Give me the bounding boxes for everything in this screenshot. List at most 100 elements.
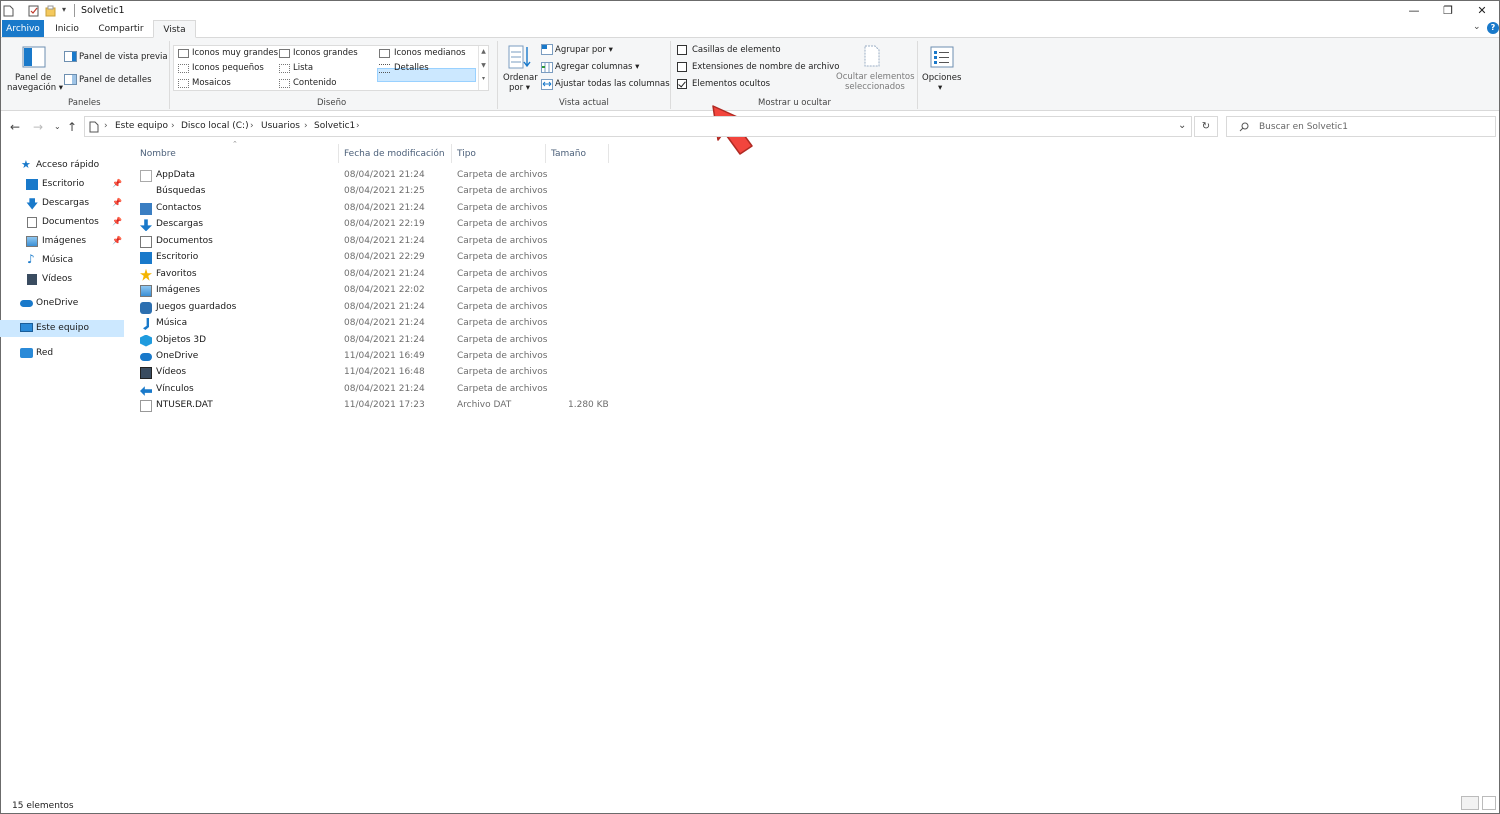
file-row[interactable]: Imágenes 08/04/2021 22:02 Carpeta de archi… [138, 283, 618, 299]
file-extensions-label[interactable]: Extensiones de nombre de archivo [692, 62, 839, 72]
item-checkboxes-checkbox[interactable] [677, 45, 687, 55]
layout-gallery-scroll[interactable]: ▲ ▼ ▾ [478, 46, 488, 90]
layout-large-icons[interactable]: Iconos grandes [293, 48, 358, 58]
sort-by-label[interactable]: Ordenar [503, 73, 538, 83]
new-folder-icon[interactable] [45, 5, 56, 17]
minimize-button[interactable]: — [1397, 2, 1431, 19]
address-bar[interactable]: › Este equipo › Disco local (C:) › Usuar… [84, 116, 1192, 137]
hide-selected-label-2[interactable]: seleccionados [845, 82, 905, 92]
layout-list[interactable]: Lista [293, 63, 313, 73]
column-separator[interactable] [451, 144, 452, 163]
nav-item-descargas[interactable]: 🡇 Descargas 📌 [0, 195, 124, 212]
group-by-button[interactable]: Agrupar por ▾ [555, 45, 613, 55]
layout-extra-large-icons[interactable]: Iconos muy grandes [192, 48, 278, 58]
file-row[interactable]: Escritorio 08/04/2021 22:29 Carpeta de arc… [138, 250, 618, 266]
file-row[interactable]: NTUSER.DAT 11/04/2021 17:23 Archivo DAT 1.2… [138, 398, 618, 414]
nav-item-videos[interactable]: Vídeos [0, 271, 124, 288]
nav-red[interactable]: Red [0, 345, 124, 362]
column-header-name[interactable]: Nombre [140, 149, 176, 159]
preview-pane-button[interactable]: Panel de vista previa [79, 52, 168, 62]
tab-compartir[interactable]: Compartir [93, 20, 149, 38]
quick-access-dropdown-icon[interactable]: ▾ [62, 5, 66, 14]
tab-inicio[interactable]: Inicio [48, 20, 86, 38]
file-row[interactable]: Descargas 08/04/2021 22:19 Carpeta de arch… [138, 217, 618, 233]
file-row[interactable]: Juegos guardados 08/04/2021 21:24 Carpeta … [138, 300, 618, 316]
file-row[interactable]: Documentos 08/04/2021 21:24 Carpeta de arc… [138, 234, 618, 250]
layout-small-icons[interactable]: Iconos pequeños [192, 63, 264, 73]
large-icons-view-toggle-icon[interactable] [1482, 796, 1496, 810]
hide-selected-icon[interactable] [863, 45, 881, 67]
file-icon[interactable] [3, 5, 14, 17]
recent-locations-icon[interactable]: ⌄ [54, 122, 61, 131]
details-pane-button[interactable]: Panel de detalles [79, 75, 152, 85]
address-dropdown-icon[interactable]: ⌄ [1178, 120, 1186, 131]
breadcrumb-separator[interactable]: › [356, 121, 360, 131]
breadcrumb-separator[interactable]: › [171, 121, 175, 131]
search-box[interactable]: Buscar en Solvetic1 [1226, 116, 1496, 137]
add-columns-button[interactable]: Agregar columnas ▾ [555, 62, 639, 72]
column-header-type[interactable]: Tipo [457, 149, 476, 159]
hidden-items-checkbox[interactable] [677, 79, 687, 89]
column-separator[interactable] [608, 144, 609, 163]
details-view-toggle-icon[interactable] [1461, 796, 1479, 810]
tab-vista[interactable]: Vista [153, 20, 196, 38]
forward-icon[interactable]: → [33, 120, 43, 134]
options-button[interactable]: Opciones [922, 73, 961, 83]
nav-item-imagenes[interactable]: Imágenes 📌 [0, 233, 124, 250]
hide-selected-label[interactable]: Ocultar elementos [836, 72, 915, 82]
column-separator[interactable] [545, 144, 546, 163]
layout-details[interactable]: Detalles [394, 63, 429, 73]
navigation-pane-label[interactable]: Panel de [15, 73, 51, 83]
properties-icon[interactable] [28, 5, 39, 17]
search-placeholder[interactable]: Buscar en Solvetic1 [1259, 122, 1348, 132]
scroll-up-icon[interactable]: ▲ [479, 48, 488, 55]
more-layouts-icon[interactable]: ▾ [479, 75, 488, 82]
sort-by-label-2[interactable]: por ▾ [509, 83, 530, 93]
nav-item-documentos[interactable]: Documentos 📌 [0, 214, 124, 231]
file-row[interactable]: OneDrive 11/04/2021 16:49 Carpeta de archi… [138, 349, 618, 365]
file-row[interactable]: Vínculos 08/04/2021 21:24 Carpeta de archi… [138, 382, 618, 398]
options-icon[interactable] [930, 46, 954, 68]
layout-tiles[interactable]: Mosaicos [192, 78, 231, 88]
breadcrumb-este-equipo[interactable]: Este equipo [115, 121, 168, 131]
scroll-down-icon[interactable]: ▼ [479, 62, 488, 69]
file-row[interactable]: Favoritos 08/04/2021 21:24 Carpeta de arch… [138, 267, 618, 283]
nav-onedrive[interactable]: OneDrive [0, 295, 124, 312]
column-separator[interactable] [338, 144, 339, 163]
help-icon[interactable]: ? [1487, 22, 1499, 34]
breadcrumb-solvetic1[interactable]: Solvetic1 [314, 121, 355, 131]
file-extensions-checkbox[interactable] [677, 62, 687, 72]
up-icon[interactable]: ↑ [67, 120, 77, 134]
tab-archivo[interactable]: Archivo [2, 20, 44, 38]
options-caret-icon[interactable]: ▾ [938, 83, 942, 93]
breadcrumb-separator[interactable]: › [304, 121, 308, 131]
file-row[interactable]: Contactos 08/04/2021 21:24 Carpeta de arch… [138, 201, 618, 217]
close-button[interactable]: ✕ [1465, 2, 1499, 19]
restore-button[interactable]: ❐ [1431, 2, 1465, 19]
breadcrumb-separator[interactable]: › [104, 121, 108, 131]
back-icon[interactable]: ← [10, 120, 20, 134]
breadcrumb-separator[interactable]: › [250, 121, 254, 131]
file-row[interactable]: Objetos 3D 08/04/2021 21:24 Carpeta de arc… [138, 333, 618, 349]
column-header-size[interactable]: Tamaño [551, 149, 586, 159]
hidden-items-label[interactable]: Elementos ocultos [692, 79, 770, 89]
nav-item-musica[interactable]: ♪ Música [0, 252, 124, 269]
file-row[interactable]: Búsquedas 08/04/2021 21:25 Carpeta de arch… [138, 184, 618, 200]
item-checkboxes-label[interactable]: Casillas de elemento [692, 45, 781, 55]
file-row[interactable]: AppData 08/04/2021 21:24 Carpeta de archiv… [138, 168, 618, 184]
breadcrumb-usuarios[interactable]: Usuarios [261, 121, 300, 131]
file-row[interactable]: Vídeos 11/04/2021 16:48 Carpeta de archivo… [138, 365, 618, 381]
nav-este-equipo[interactable]: Este equipo [0, 320, 124, 337]
breadcrumb-disco-local[interactable]: Disco local (C:) [181, 121, 249, 131]
refresh-button[interactable]: ↻ [1194, 116, 1218, 137]
fit-columns-button[interactable]: Ajustar todas las columnas [555, 79, 670, 89]
navigation-pane-icon[interactable] [22, 46, 46, 68]
layout-content[interactable]: Contenido [293, 78, 336, 88]
sort-by-icon[interactable] [508, 44, 532, 70]
file-row[interactable]: Música 08/04/2021 21:24 Carpeta de archivo… [138, 316, 618, 332]
column-header-date[interactable]: Fecha de modificación [344, 149, 445, 159]
layout-medium-icons[interactable]: Iconos medianos [394, 48, 466, 58]
navigation-pane-label-2[interactable]: navegación ▾ [7, 83, 63, 93]
nav-quick-access[interactable]: ★ Acceso rápido [0, 157, 124, 174]
nav-item-escritorio[interactable]: Escritorio 📌 [0, 176, 124, 193]
